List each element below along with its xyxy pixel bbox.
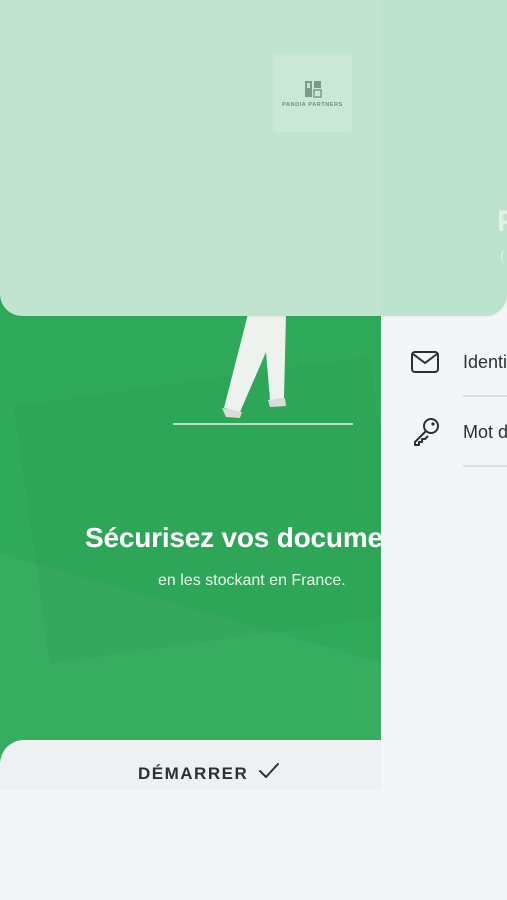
identifier-input[interactable]: Identifiant: [463, 327, 507, 397]
key-icon: [410, 417, 448, 447]
start-label: DÉMARRER: [138, 763, 249, 783]
app-screen: Identifiant Mot de passe Sécurisez vos d…: [0, 0, 507, 900]
password-underline: [463, 465, 507, 467]
header-card-strip: [380, 0, 507, 316]
header-subtitle-partial: (: [500, 247, 505, 263]
onboarding-subtitle: en les stockant en France.: [158, 572, 346, 589]
logo-name: PANDIA PARTNERS: [282, 102, 343, 108]
onboarding-title: Sécurisez vos documents: [85, 522, 381, 553]
header-title-partial: P: [497, 205, 507, 239]
envelope-icon: [410, 347, 448, 377]
logo-mark-icon: [304, 81, 322, 98]
password-input[interactable]: Mot de passe: [463, 397, 507, 467]
password-field[interactable]: Mot de passe: [410, 397, 507, 467]
checkmark-icon: [258, 762, 280, 785]
header-card: PANDIA PARTNERS P (: [0, 0, 507, 316]
walking-person-illustration: [173, 314, 353, 425]
start-button[interactable]: DÉMARRER: [130, 762, 280, 785]
identifier-field[interactable]: Identifiant: [410, 327, 507, 397]
company-logo: PANDIA PARTNERS: [273, 54, 352, 132]
